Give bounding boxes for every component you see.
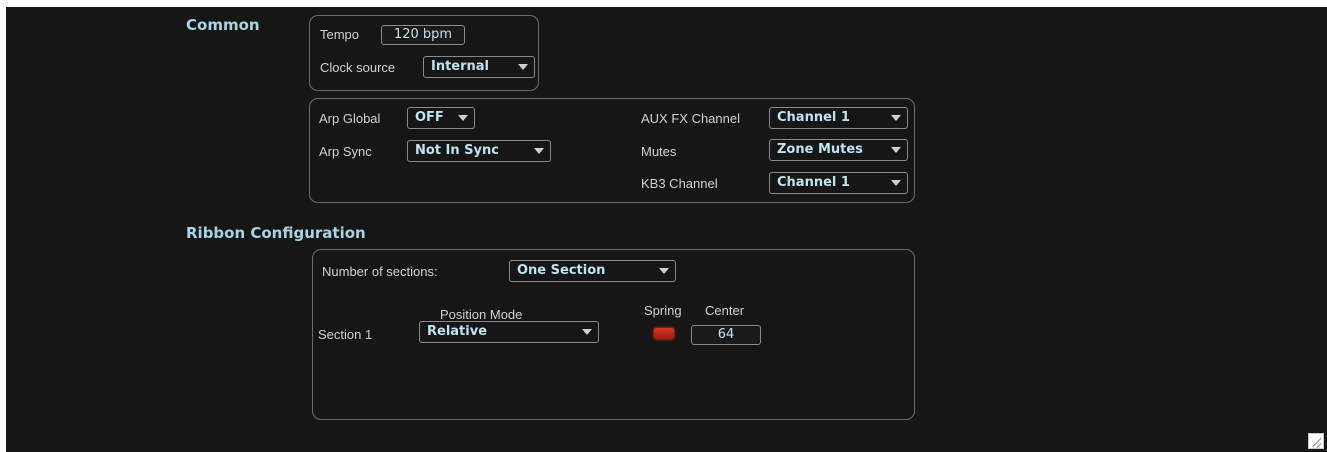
section1-position-mode-value: Relative: [427, 324, 488, 339]
arp-global-value: OFF: [415, 110, 444, 125]
arp-global-label: Arp Global: [319, 111, 381, 126]
kb3-channel-dropdown[interactable]: Channel 1: [769, 172, 908, 194]
aux-fx-dropdown[interactable]: Channel 1: [769, 107, 908, 129]
common-title: Common: [186, 16, 260, 34]
chevron-down-icon: [891, 115, 901, 121]
ribbon-config-title: Ribbon Configuration: [186, 224, 366, 242]
arp-sync-value: Not In Sync: [415, 143, 499, 158]
aux-fx-value: Channel 1: [777, 110, 850, 125]
tempo-field[interactable]: 120 bpm: [381, 25, 465, 45]
settings-panel: Common Tempo 120 bpm Clock source Intern…: [6, 7, 1327, 452]
chevron-down-icon: [518, 64, 528, 70]
ribbon-config-box: Number of sections: One Section Position…: [312, 249, 915, 420]
tempo-label: Tempo: [320, 27, 360, 42]
chevron-down-icon: [891, 180, 901, 186]
section1-label: Section 1: [318, 327, 373, 342]
clock-source-value: Internal: [431, 59, 490, 74]
spring-header: Spring: [644, 303, 682, 318]
mutes-dropdown[interactable]: Zone Mutes: [769, 139, 908, 161]
common-box: Tempo 120 bpm Clock source Internal: [309, 15, 539, 91]
chevron-down-icon: [659, 268, 669, 274]
clock-source-label: Clock source: [320, 60, 396, 75]
mutes-value: Zone Mutes: [777, 142, 863, 157]
resize-grip-icon[interactable]: [1308, 433, 1324, 449]
center-header: Center: [705, 303, 745, 318]
chevron-down-icon: [458, 115, 468, 121]
section1-position-mode-dropdown[interactable]: Relative: [419, 321, 599, 343]
arp-sync-label: Arp Sync: [319, 144, 372, 159]
section1-spring-toggle[interactable]: [654, 328, 674, 339]
chevron-down-icon: [891, 147, 901, 153]
aux-fx-label: AUX FX Channel: [641, 111, 740, 126]
mutes-label: Mutes: [641, 144, 677, 159]
section1-center-field[interactable]: 64: [691, 325, 761, 345]
num-sections-label: Number of sections:: [322, 264, 438, 279]
arp-global-dropdown[interactable]: OFF: [407, 107, 475, 129]
kb3-channel-label: KB3 Channel: [641, 176, 718, 191]
kb3-channel-value: Channel 1: [777, 175, 850, 190]
clock-source-dropdown[interactable]: Internal: [423, 56, 535, 78]
global-settings-box: Arp Global OFF Arp Sync Not In Sync AUX …: [309, 98, 915, 203]
position-mode-header: Position Mode: [440, 307, 523, 322]
chevron-down-icon: [534, 148, 544, 154]
chevron-down-icon: [582, 329, 592, 335]
num-sections-dropdown[interactable]: One Section: [509, 260, 676, 282]
arp-sync-dropdown[interactable]: Not In Sync: [407, 140, 551, 162]
num-sections-value: One Section: [517, 263, 606, 278]
